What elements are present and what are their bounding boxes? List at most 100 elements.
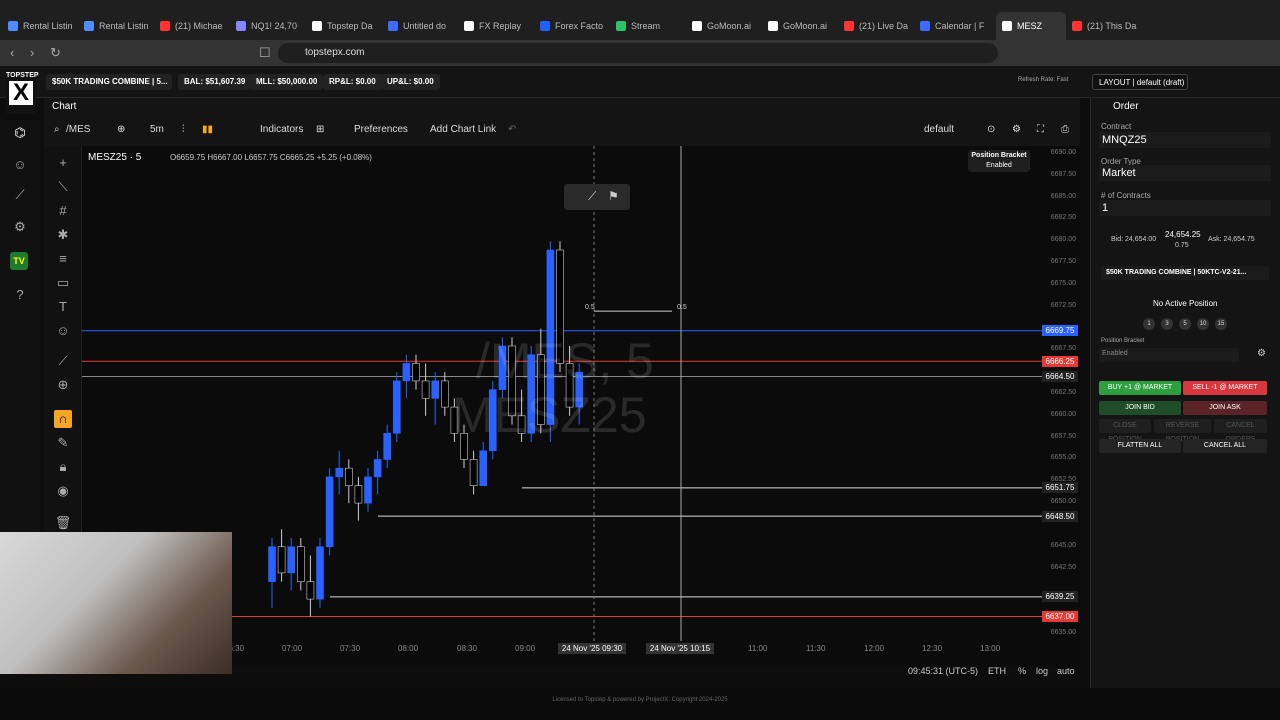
pattern-tool-icon[interactable]: ✱: [54, 226, 72, 244]
indicators-button[interactable]: Indicators: [260, 124, 303, 138]
lock-icon[interactable]: 🔒︎: [54, 458, 72, 476]
auto-toggle[interactable]: auto: [1057, 666, 1075, 676]
back-icon[interactable]: ‹: [10, 45, 14, 60]
contract-select[interactable]: MNQZ25: [1099, 132, 1271, 148]
order-type-select[interactable]: Market: [1099, 165, 1271, 181]
ruler-icon[interactable]: ⟋: [54, 352, 72, 370]
rectangle-tool-icon[interactable]: ▭: [54, 274, 72, 292]
price-tag[interactable]: 6648.50: [1042, 510, 1078, 522]
screenshot-icon[interactable]: ⎙: [1061, 124, 1069, 138]
fullscreen-icon[interactable]: ⛶: [1037, 124, 1044, 138]
browser-tab[interactable]: Stream: [616, 16, 686, 36]
chart-tab[interactable]: Chart: [52, 101, 76, 112]
browser-tab[interactable]: (21) This Da: [1072, 16, 1142, 36]
reload-icon[interactable]: ↻: [50, 45, 61, 61]
qty-preset-button[interactable]: 5: [1179, 318, 1191, 330]
bracket-settings-icon[interactable]: ⚙: [1257, 348, 1266, 359]
price-tag[interactable]: 6651.75: [1042, 482, 1078, 494]
chart-settings-icon[interactable]: ⚙: [1012, 124, 1021, 138]
percent-toggle[interactable]: %: [1018, 666, 1026, 676]
cancel-all-button[interactable]: CANCEL ALL: [1183, 439, 1267, 453]
close-position-button[interactable]: CLOSE POSITION: [1099, 419, 1151, 443]
line-style-icon[interactable]: ⟋: [588, 189, 596, 204]
browser-tab[interactable]: NQ1! 24,70: [236, 16, 306, 36]
drawing-float-toolbar[interactable]: ⟋ ⚑: [564, 184, 630, 210]
flatten-all-button[interactable]: FLATTEN ALL: [1099, 439, 1181, 453]
join-bid-button[interactable]: JOIN BID: [1099, 401, 1181, 415]
magnet-icon[interactable]: ∩: [54, 410, 72, 428]
undo-icon[interactable]: ↶: [508, 124, 516, 138]
price-tag[interactable]: 6669.75: [1042, 325, 1078, 337]
browser-tab[interactable]: Topstep Da: [312, 16, 382, 36]
reverse-position-button[interactable]: REVERSE POSITION: [1154, 419, 1211, 443]
price-tag[interactable]: 6664.50: [1042, 371, 1078, 383]
trash-icon[interactable]: 🗑︎: [54, 514, 72, 532]
line-tool-icon[interactable]: ⟍: [54, 178, 72, 196]
add-symbol-icon[interactable]: ⊕: [117, 124, 125, 138]
fib-tool-icon[interactable]: ≡: [54, 250, 72, 268]
join-ask-button[interactable]: JOIN ASK: [1183, 401, 1267, 415]
settings-nav-icon[interactable]: ⚙: [11, 218, 29, 236]
people-nav-icon[interactable]: ☺: [11, 156, 29, 174]
order-account-select[interactable]: $50K TRADING COMBINE | 50KTC-V2-21...: [1101, 266, 1269, 280]
buy-market-button[interactable]: BUY +1 @ MARKET: [1099, 381, 1181, 395]
price-axis-tick: 6650.00: [1050, 498, 1076, 506]
browser-tab[interactable]: Rental Listin: [84, 16, 154, 36]
price-tag[interactable]: 6666.25: [1042, 355, 1078, 367]
price-axis-tick: 6657.50: [1050, 432, 1076, 440]
browser-tab[interactable]: (21) Live Da: [844, 16, 914, 36]
symbol-search[interactable]: /MES: [66, 124, 90, 138]
zoom-in-icon[interactable]: ⊕: [54, 376, 72, 394]
position-bracket-chip[interactable]: Position Bracket Enabled: [968, 150, 1030, 172]
forward-icon[interactable]: ›: [30, 45, 34, 60]
flag-icon[interactable]: ⚑: [608, 189, 619, 203]
account-select[interactable]: $50K TRADING COMBINE | 5...: [46, 74, 172, 90]
help-nav-icon[interactable]: ?: [11, 286, 29, 304]
browser-tab[interactable]: MESZ: [996, 12, 1066, 40]
url-field[interactable]: topstepx.com: [278, 43, 998, 63]
browser-tab[interactable]: GoMoon.ai: [692, 16, 762, 36]
preferences-button[interactable]: Preferences: [354, 124, 408, 138]
browser-tab[interactable]: GoMoon.ai: [768, 16, 838, 36]
tradingview-icon[interactable]: TV: [10, 252, 28, 270]
pencil-icon[interactable]: ✎: [54, 434, 72, 452]
candles-icon[interactable]: ▮▮: [202, 124, 213, 138]
emoji-tool-icon[interactable]: ☺: [54, 322, 72, 340]
zoom-icon[interactable]: ⊙: [987, 124, 995, 138]
log-toggle[interactable]: log: [1036, 666, 1048, 676]
session-toggle[interactable]: ETH: [988, 666, 1006, 676]
eye-icon[interactable]: ◉: [54, 482, 72, 500]
chart-nav-icon[interactable]: ⌬: [11, 124, 29, 142]
price-tag[interactable]: 6637.00: [1042, 611, 1078, 623]
crosshair-icon[interactable]: +: [54, 154, 72, 172]
time-axis-tick: 11:00: [748, 644, 768, 653]
browser-tab[interactable]: Forex Facto: [540, 16, 610, 36]
qty-preset-button[interactable]: 1: [1143, 318, 1155, 330]
browser-tab[interactable]: Rental Listin: [8, 16, 78, 36]
browser-tab[interactable]: Untitled do: [388, 16, 458, 36]
search-icon[interactable]: ⌕: [54, 124, 60, 138]
browser-tab[interactable]: FX Replay: [464, 16, 534, 36]
template-select[interactable]: default: [924, 124, 954, 138]
sell-market-button[interactable]: SELL -1 @ MARKET: [1183, 381, 1267, 395]
add-chart-link-button[interactable]: Add Chart Link: [430, 124, 496, 138]
qty-preset-button[interactable]: 3: [1161, 318, 1173, 330]
price-tag[interactable]: 6639.25: [1042, 591, 1078, 603]
qty-preset-button[interactable]: 15: [1215, 318, 1227, 330]
analytics-nav-icon[interactable]: ⟋: [11, 186, 29, 204]
grid-tool-icon[interactable]: #: [54, 202, 72, 220]
price-axis-tick: 6672.50: [1050, 301, 1076, 309]
timeframe-select[interactable]: 5m: [150, 124, 164, 138]
layout-select[interactable]: LAYOUT | default (draft): [1092, 74, 1188, 90]
qty-input[interactable]: 1: [1099, 200, 1271, 216]
text-tool-icon[interactable]: T: [54, 298, 72, 316]
cancel-orders-button[interactable]: CANCEL ORDERS: [1214, 419, 1267, 443]
qty-preset-button[interactable]: 10: [1197, 318, 1209, 330]
bracket-select[interactable]: Enabled: [1099, 348, 1239, 362]
browser-tab[interactable]: (21) Michae: [160, 16, 230, 36]
layout-grid-icon[interactable]: ⊞: [316, 124, 324, 138]
bookmark-icon[interactable]: ☐: [259, 45, 271, 61]
browser-tab[interactable]: Calendar | F: [920, 16, 990, 36]
candle-body: [431, 380, 440, 399]
bar-style-icon[interactable]: ⫶: [182, 124, 185, 138]
